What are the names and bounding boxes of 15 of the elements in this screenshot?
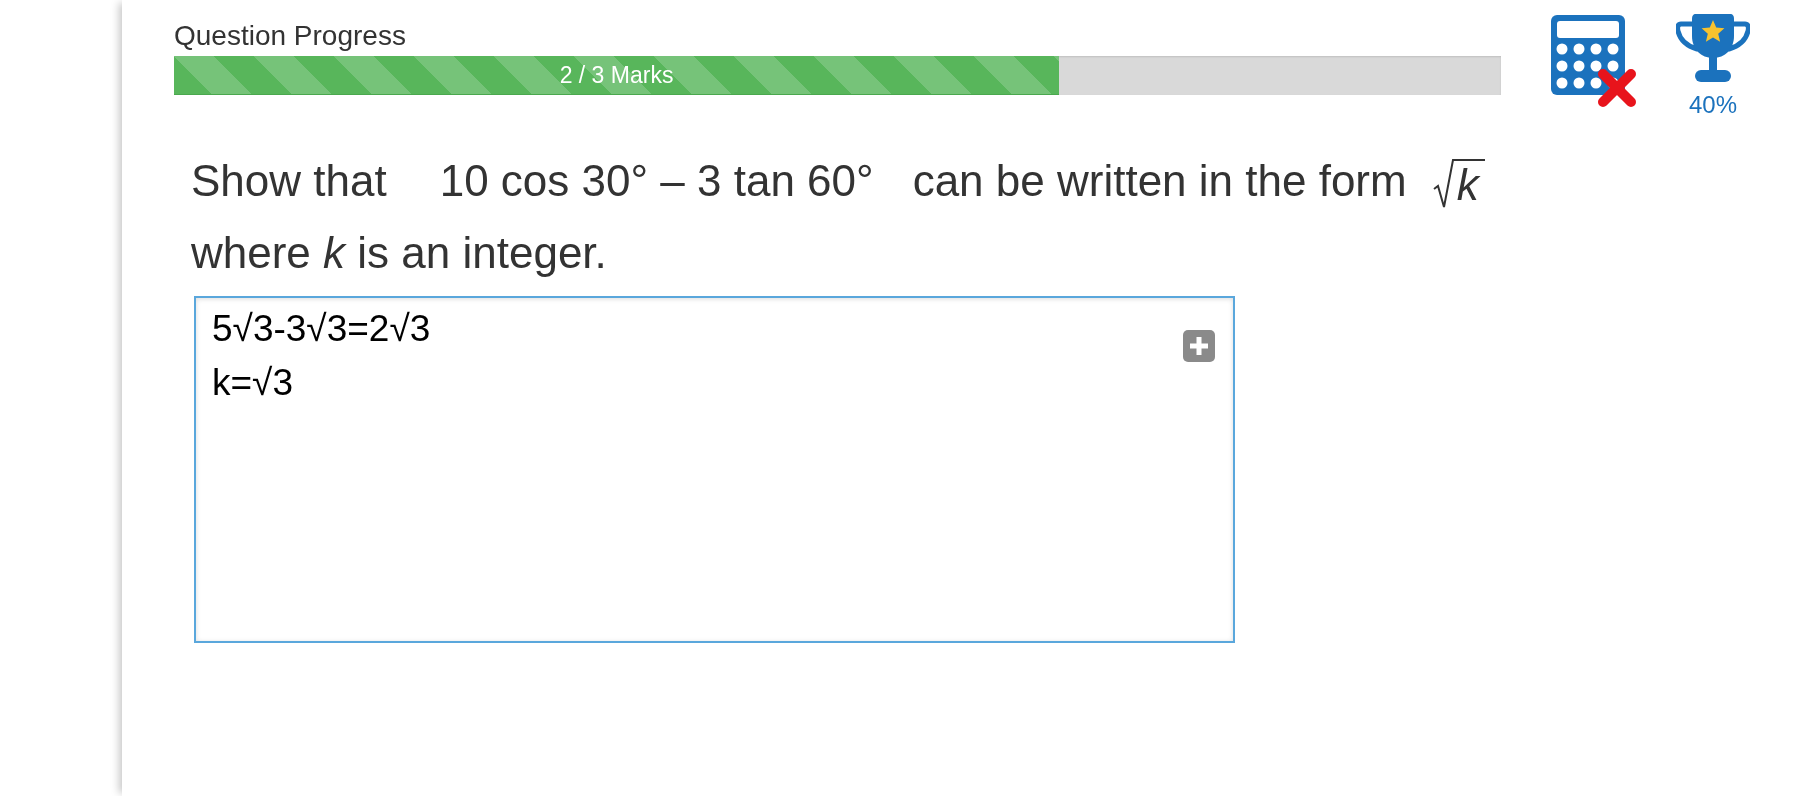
score-percent: 40% <box>1688 91 1737 119</box>
answer-box[interactable]: 5√3-3√3=2√3 k=√3 <box>194 296 1235 643</box>
trophy-icon[interactable] <box>1676 14 1750 83</box>
answer-text: 5√3-3√3=2√3 <box>212 307 431 351</box>
math-expression: 10 cos 30° – 3 tan 60° <box>439 155 874 207</box>
math-variable: k <box>1454 159 1485 209</box>
question-text: where k is an integer. <box>191 227 607 279</box>
answer-text: k=√3 <box>212 361 293 405</box>
progress-reading: 2 / 3 Marks <box>559 61 674 89</box>
calculator-icon[interactable] <box>1551 15 1625 95</box>
plus-icon[interactable] <box>1183 330 1215 362</box>
question-text: can be written in the form <box>912 155 1407 207</box>
radical-sign-icon <box>1432 159 1455 209</box>
progress-label: Question Progress <box>174 20 406 52</box>
question-text: Show that <box>191 155 387 207</box>
